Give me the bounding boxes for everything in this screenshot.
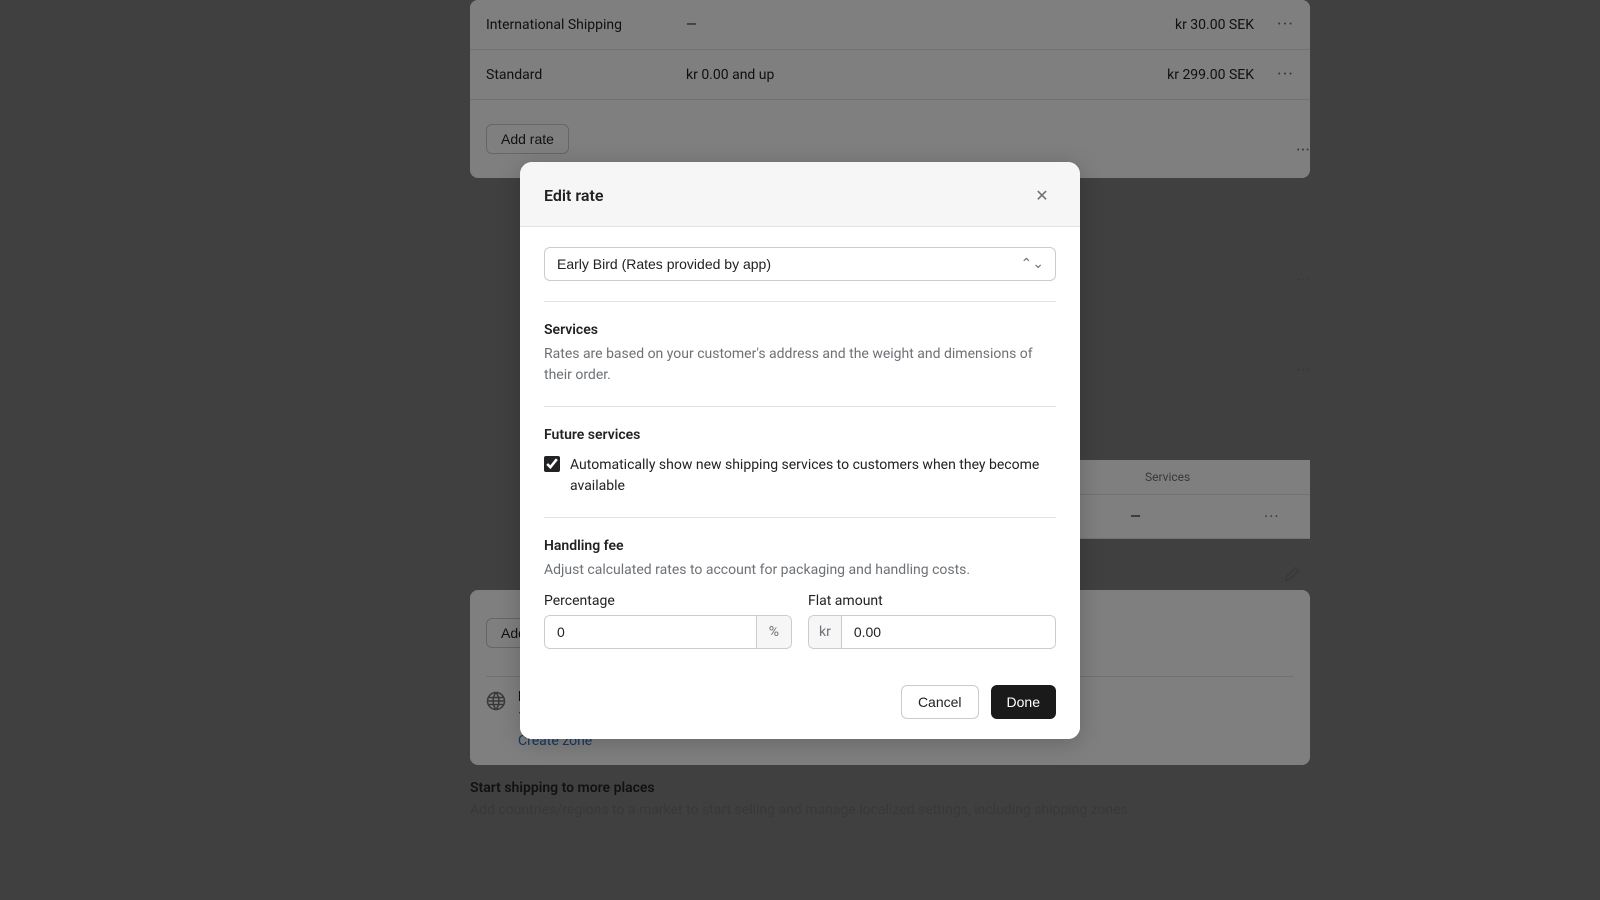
modal-close-button[interactable]: ✕ — [1028, 182, 1056, 210]
modal-body: Early Bird (Rates provided by app) ⌃⌄ Se… — [520, 227, 1080, 669]
future-services-divider — [544, 406, 1056, 407]
percentage-input-wrapper: % — [544, 615, 792, 649]
handling-fee-fields: Percentage % Flat amount kr — [544, 593, 1056, 649]
flat-amount-prefix: kr — [809, 616, 842, 648]
modal-footer: Cancel Done — [520, 669, 1080, 739]
done-button[interactable]: Done — [991, 685, 1056, 719]
future-services-checkbox[interactable] — [544, 456, 560, 472]
percentage-input[interactable] — [545, 616, 756, 648]
modal-title: Edit rate — [544, 186, 603, 205]
percentage-label: Percentage — [544, 593, 792, 609]
handling-fee-divider — [544, 517, 1056, 518]
flat-amount-input[interactable] — [842, 616, 1055, 648]
future-services-section: Future services Automatically show new s… — [544, 427, 1056, 497]
handling-fee-section: Handling fee Adjust calculated rates to … — [544, 538, 1056, 649]
handling-fee-title: Handling fee — [544, 538, 1056, 554]
future-services-checkbox-label: Automatically show new shipping services… — [570, 455, 1056, 497]
handling-fee-desc: Adjust calculated rates to account for p… — [544, 560, 1056, 581]
percentage-field-group: Percentage % — [544, 593, 792, 649]
services-desc: Rates are based on your customer's addre… — [544, 344, 1056, 386]
rate-dropdown-wrapper: Early Bird (Rates provided by app) ⌃⌄ — [544, 247, 1056, 281]
modal-header: Edit rate ✕ — [520, 162, 1080, 227]
flat-amount-field-group: Flat amount kr — [808, 593, 1056, 649]
future-services-checkbox-row: Automatically show new shipping services… — [544, 455, 1056, 497]
future-services-title: Future services — [544, 427, 1056, 443]
close-icon: ✕ — [1035, 186, 1048, 206]
flat-amount-label: Flat amount — [808, 593, 1056, 609]
percentage-suffix-icon: % — [756, 616, 791, 648]
services-title: Services — [544, 322, 1056, 338]
services-section: Services Rates are based on your custome… — [544, 322, 1056, 386]
modal-overlay: Edit rate ✕ Early Bird (Rates provided b… — [0, 0, 1600, 900]
cancel-button[interactable]: Cancel — [901, 685, 979, 719]
services-divider — [544, 301, 1056, 302]
rate-dropdown[interactable]: Early Bird (Rates provided by app) — [544, 247, 1056, 281]
edit-rate-modal: Edit rate ✕ Early Bird (Rates provided b… — [520, 162, 1080, 739]
flat-amount-input-wrapper: kr — [808, 615, 1056, 649]
